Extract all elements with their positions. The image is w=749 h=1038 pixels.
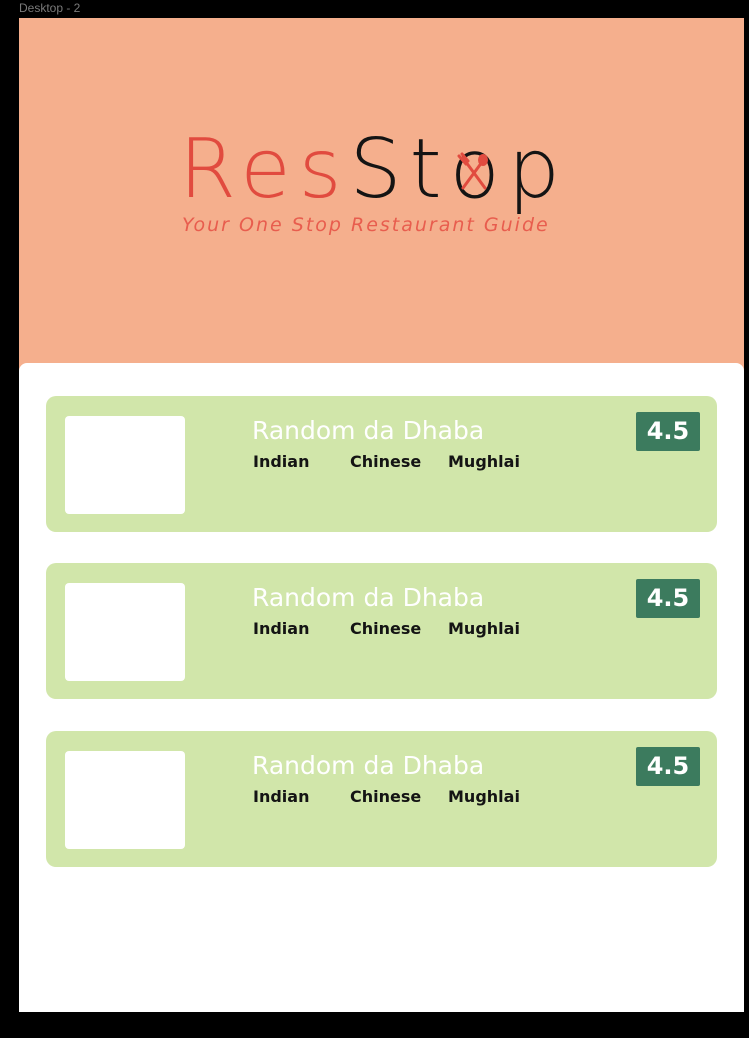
cuisine-tag: Indian [253,787,310,806]
cuisine-tags: Indian Chinese Mughlai [253,619,520,638]
logo-res: Res [179,122,350,217]
cuisine-tag: Mughlai [448,619,520,638]
tagline: Your One Stop Restaurant Guide [182,214,550,236]
restaurant-card[interactable]: Random da Dhaba Indian Chinese Mughlai 4… [46,563,717,699]
rating-badge: 4.5 [636,579,700,618]
logo-stop-start: St [349,122,450,217]
fork-spoon-icon [457,152,488,190]
cuisine-tags: Indian Chinese Mughlai [253,452,520,471]
restaurant-image[interactable] [65,751,185,849]
cuisine-tag: Mughlai [448,787,520,806]
restaurant-name[interactable]: Random da Dhaba [252,583,484,612]
cuisine-tag: Chinese [350,787,422,806]
app-frame: Res St o p Your One Stop Restaurant Guid… [19,18,744,1012]
rating-badge: 4.5 [636,412,700,451]
restaurant-image[interactable] [65,583,185,681]
cuisine-tag: Indian [253,452,310,471]
restaurant-name[interactable]: Random da Dhaba [252,416,484,445]
hero-banner: Res St o p Your One Stop Restaurant Guid… [19,18,744,380]
cuisine-tag: Indian [253,619,310,638]
logo-stop: St o p [349,120,567,220]
restaurant-card[interactable]: Random da Dhaba Indian Chinese Mughlai 4… [46,396,717,532]
cuisine-tag: Chinese [350,619,422,638]
rating-badge: 4.5 [636,747,700,786]
cuisine-tag: Mughlai [448,452,520,471]
logo-o: o [450,120,508,220]
logo[interactable]: Res St o p [179,120,568,220]
logo-stop-end: p [507,122,568,217]
cuisine-tags: Indian Chinese Mughlai [253,787,520,806]
restaurant-name[interactable]: Random da Dhaba [252,751,484,780]
restaurant-image[interactable] [65,416,185,514]
frame-label: Desktop - 2 [19,1,81,15]
restaurant-card[interactable]: Random da Dhaba Indian Chinese Mughlai 4… [46,731,717,867]
cuisine-tag: Chinese [350,452,422,471]
restaurant-list: Random da Dhaba Indian Chinese Mughlai 4… [19,363,744,1012]
